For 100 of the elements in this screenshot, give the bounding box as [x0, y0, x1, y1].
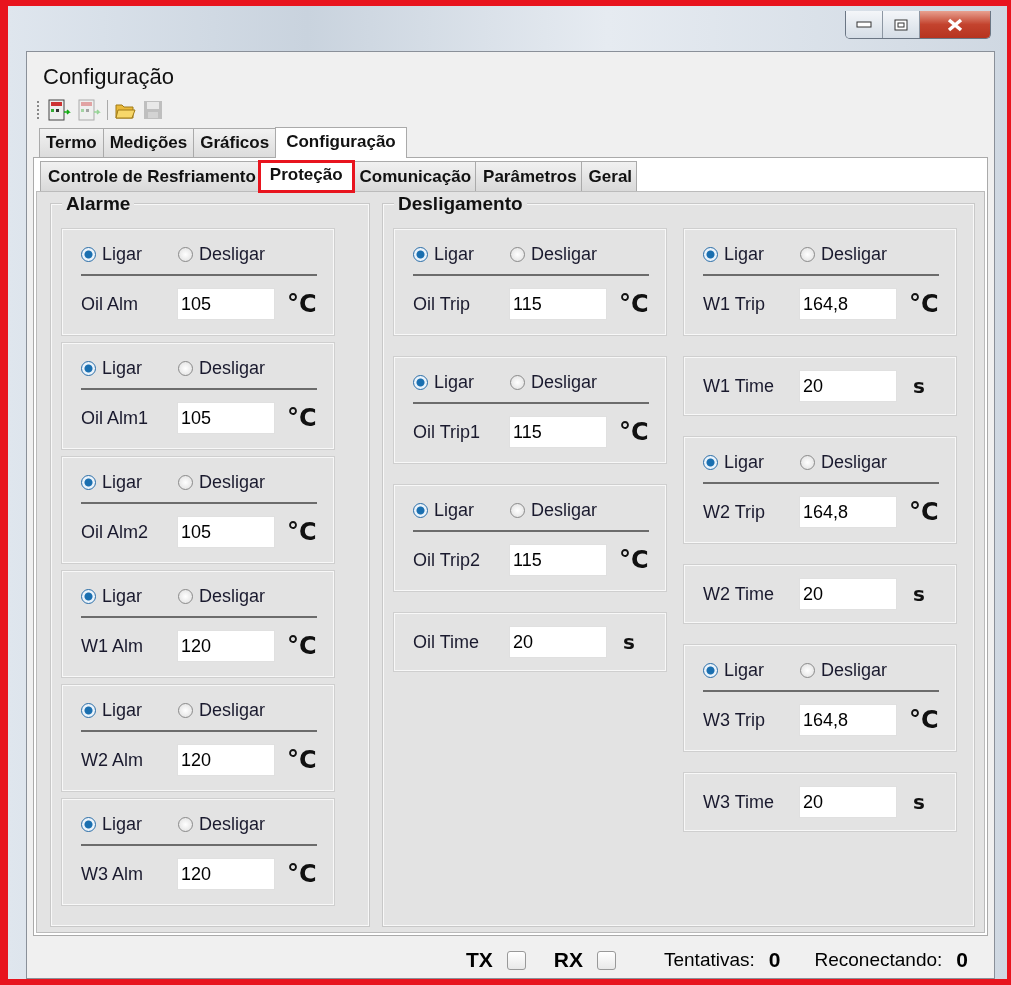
- radio-label[interactable]: Ligar: [434, 500, 475, 521]
- tab[interactable]: Termo: [39, 128, 104, 157]
- field-label: W1 Alm: [81, 635, 144, 657]
- radio-button[interactable]: [81, 589, 96, 604]
- unit-label: °C: [287, 860, 317, 888]
- radio-button[interactable]: [81, 703, 96, 718]
- field-label: Oil Trip2: [413, 549, 482, 571]
- radio-button[interactable]: [81, 247, 96, 262]
- minimize-button[interactable]: [846, 11, 883, 38]
- input-field[interactable]: 120: [177, 858, 275, 890]
- radio-button[interactable]: [413, 503, 428, 518]
- radio-label[interactable]: Ligar: [724, 660, 765, 681]
- radio-button[interactable]: [800, 663, 816, 678]
- tab[interactable]: Configuração: [275, 127, 407, 158]
- maximize-button[interactable]: [883, 11, 920, 38]
- tab[interactable]: Gráficos: [193, 128, 277, 157]
- radio-button[interactable]: [178, 703, 194, 718]
- radio-label[interactable]: Ligar: [102, 814, 143, 835]
- field-label: Oil Alm2: [81, 521, 150, 543]
- input-field[interactable]: 105: [177, 516, 275, 548]
- indicator-label: RX: [553, 948, 583, 972]
- radio-button[interactable]: [178, 247, 194, 262]
- radio-button[interactable]: [81, 817, 96, 832]
- radio-label[interactable]: Desligar: [199, 586, 266, 607]
- unit-label: °C: [287, 290, 317, 318]
- radio-button[interactable]: [510, 503, 526, 518]
- radio-button[interactable]: [703, 247, 718, 262]
- counter-value: 0: [956, 948, 968, 972]
- input-field[interactable]: 120: [177, 630, 275, 662]
- input-field[interactable]: 105: [177, 288, 275, 320]
- radio-button[interactable]: [800, 455, 816, 470]
- radio-label[interactable]: Ligar: [102, 700, 143, 721]
- input-field[interactable]: 164,8: [799, 288, 897, 320]
- radio-button[interactable]: [413, 375, 428, 390]
- unit-label: s: [913, 790, 925, 814]
- radio-label[interactable]: Ligar: [434, 372, 475, 393]
- radio-label[interactable]: Ligar: [724, 452, 765, 473]
- field-label: W3 Trip: [703, 709, 766, 731]
- radio-label[interactable]: Desligar: [531, 372, 598, 393]
- window-title: Configuração: [42, 63, 175, 91]
- close-button[interactable]: [920, 11, 990, 38]
- radio-label[interactable]: Desligar: [821, 452, 888, 473]
- tab[interactable]: Controle de Resfriamento: [40, 161, 261, 191]
- radio-button[interactable]: [510, 247, 526, 262]
- tab[interactable]: Medições: [102, 128, 195, 157]
- radio-button[interactable]: [178, 475, 194, 490]
- input-field[interactable]: 20: [799, 578, 897, 610]
- input-field[interactable]: 164,8: [799, 496, 897, 528]
- device-icon[interactable]: [47, 98, 71, 122]
- input-field[interactable]: 20: [799, 786, 897, 818]
- radio-label[interactable]: Desligar: [199, 814, 266, 835]
- field-label: W1 Trip: [703, 293, 766, 315]
- field-label: W1 Time: [703, 375, 775, 397]
- radio-label[interactable]: Ligar: [102, 358, 143, 379]
- counter-label: Tentativas:: [663, 949, 755, 971]
- radio-label[interactable]: Ligar: [102, 586, 143, 607]
- radio-label[interactable]: Ligar: [102, 244, 143, 265]
- radio-button[interactable]: [413, 247, 428, 262]
- radio-label[interactable]: Desligar: [199, 244, 266, 265]
- radio-button[interactable]: [81, 475, 96, 490]
- radio-button[interactable]: [510, 375, 526, 390]
- tab[interactable]: Parâmetros: [475, 161, 582, 191]
- radio-label[interactable]: Ligar: [724, 244, 765, 265]
- radio-button[interactable]: [800, 247, 816, 262]
- radio-label[interactable]: Desligar: [531, 500, 598, 521]
- unit-label: °C: [287, 518, 317, 546]
- unit-label: s: [913, 374, 925, 398]
- radio-label[interactable]: Desligar: [821, 244, 888, 265]
- tab[interactable]: Geral: [580, 161, 638, 191]
- radio-button[interactable]: [178, 817, 194, 832]
- field-label: Oil Trip1: [413, 421, 482, 443]
- unit-label: °C: [909, 498, 939, 526]
- radio-button[interactable]: [703, 663, 718, 678]
- radio-button[interactable]: [178, 361, 194, 376]
- radio-label[interactable]: Desligar: [531, 244, 598, 265]
- input-field[interactable]: 105: [177, 402, 275, 434]
- input-field[interactable]: 115: [509, 544, 607, 576]
- radio-label[interactable]: Desligar: [199, 358, 266, 379]
- radio-label[interactable]: Desligar: [821, 660, 888, 681]
- unit-label: °C: [287, 746, 317, 774]
- radio-label[interactable]: Ligar: [434, 244, 475, 265]
- radio-label[interactable]: Ligar: [102, 472, 143, 493]
- input-field[interactable]: 164,8: [799, 704, 897, 736]
- radio-button[interactable]: [178, 589, 194, 604]
- input-field[interactable]: 20: [799, 370, 897, 402]
- radio-button[interactable]: [81, 361, 96, 376]
- unit-label: s: [913, 582, 925, 606]
- input-field[interactable]: 20: [509, 626, 607, 658]
- unit-label: °C: [287, 632, 317, 660]
- checkbox[interactable]: [506, 950, 526, 970]
- tab[interactable]: Proteção: [259, 162, 353, 191]
- checkbox[interactable]: [596, 950, 616, 970]
- input-field[interactable]: 115: [509, 416, 607, 448]
- radio-label[interactable]: Desligar: [199, 700, 266, 721]
- restore-icon: [894, 18, 908, 31]
- field-label: Oil Alm1: [81, 407, 150, 429]
- radio-label[interactable]: Desligar: [199, 472, 266, 493]
- input-field[interactable]: 115: [509, 288, 607, 320]
- input-field[interactable]: 120: [177, 744, 275, 776]
- radio-button[interactable]: [703, 455, 718, 470]
